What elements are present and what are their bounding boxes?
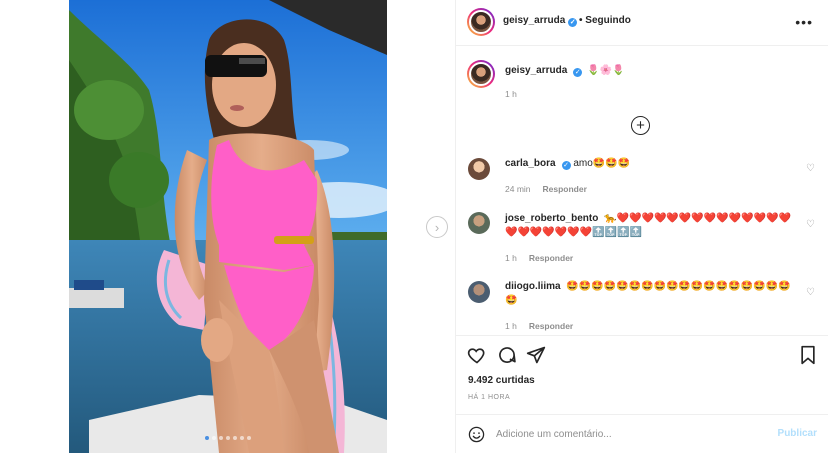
- caption-time: 1 h: [505, 89, 517, 99]
- like-comment-heart-icon[interactable]: ♡: [806, 287, 815, 298]
- caption-avatar[interactable]: [467, 60, 495, 88]
- emoji-icon[interactable]: [468, 426, 485, 443]
- post-photo[interactable]: [69, 0, 387, 453]
- commenter-avatar[interactable]: [468, 158, 490, 180]
- author-username[interactable]: geisy_arruda ✓: [503, 15, 578, 27]
- comment-item: diiogo.liima 🤩🤩🤩🤩🤩🤩🤩🤩🤩🤩🤩🤩🤩🤩🤩🤩🤩🤩🤩: [505, 280, 795, 308]
- comment-item: jose_roberto_bento 🐆❤️❤️❤️❤️❤️❤️❤️❤️❤️❤️…: [505, 212, 795, 240]
- chevron-right-icon: ›: [434, 219, 440, 235]
- post-timestamp[interactable]: HÁ 1 HORA: [468, 394, 510, 401]
- reply-button[interactable]: Responder: [529, 253, 573, 263]
- heart-icon[interactable]: [467, 345, 487, 365]
- reply-button[interactable]: Responder: [543, 184, 587, 194]
- comment-text: amo🤩🤩🤩: [573, 158, 631, 169]
- like-comment-heart-icon[interactable]: ♡: [806, 219, 815, 230]
- instagram-post-page: › geisy_arruda ✓ • Seguindo ••• geisy_arr…: [0, 0, 828, 453]
- reply-button[interactable]: Responder: [529, 321, 573, 331]
- comment-item: carla_bora ✓ amo🤩🤩🤩: [505, 157, 630, 171]
- commenter-avatar[interactable]: [468, 281, 490, 303]
- comment-input[interactable]: [496, 426, 756, 443]
- comment-time: 24 min: [505, 184, 531, 194]
- comment-icon[interactable]: [497, 345, 517, 365]
- verified-icon: ✓: [568, 18, 578, 27]
- post-sidebar: geisy_arruda ✓ • Seguindo ••• geisy_arrud…: [455, 0, 828, 453]
- post-header: geisy_arruda ✓ • Seguindo •••: [456, 0, 828, 46]
- comment-time: 1 h: [505, 253, 517, 263]
- comment-username[interactable]: jose_roberto_bento: [505, 213, 598, 224]
- follow-status-label[interactable]: Seguindo: [585, 15, 631, 26]
- share-icon[interactable]: [526, 345, 546, 365]
- carousel-dot: [212, 436, 216, 440]
- comment-meta: 1 h Responder: [505, 321, 573, 331]
- comment-meta: 1 h Responder: [505, 253, 573, 263]
- like-comment-heart-icon[interactable]: ♡: [806, 163, 815, 174]
- comment-composer: Publicar: [456, 414, 828, 453]
- verified-icon: ✓: [573, 68, 583, 77]
- verified-icon: ✓: [561, 161, 571, 170]
- post-photo-image: [69, 0, 387, 453]
- carousel-dot: [226, 436, 230, 440]
- caption-username[interactable]: geisy_arruda: [505, 65, 567, 76]
- follow-status[interactable]: • Seguindo: [579, 15, 631, 26]
- carousel-dot: [205, 436, 209, 440]
- comment-time: 1 h: [505, 321, 517, 331]
- media-panel: ›: [0, 0, 455, 453]
- likes-count[interactable]: 9.492 curtidas: [468, 375, 535, 386]
- comment-meta: 24 min Responder: [505, 184, 587, 194]
- carousel-dot: [219, 436, 223, 440]
- caption-text: 🌷🌸🌷: [587, 65, 625, 76]
- comment-username[interactable]: diiogo.liima: [505, 281, 561, 292]
- carousel-dot: [240, 436, 244, 440]
- author-avatar[interactable]: [467, 8, 495, 36]
- carousel-dot: [247, 436, 251, 440]
- next-photo-button[interactable]: ›: [426, 216, 448, 238]
- caption: geisy_arruda ✓ 🌷🌸🌷: [505, 64, 624, 78]
- carousel-indicator: [205, 436, 251, 440]
- plus-circle-icon[interactable]: +: [631, 116, 650, 135]
- publish-button[interactable]: Publicar: [778, 428, 817, 439]
- commenter-avatar[interactable]: [468, 212, 490, 234]
- more-horizontal-icon[interactable]: •••: [795, 14, 813, 30]
- post-actions: [456, 335, 828, 375]
- comment-username[interactable]: carla_bora: [505, 158, 556, 169]
- carousel-dot: [233, 436, 237, 440]
- author-username-text[interactable]: geisy_arruda: [503, 15, 565, 26]
- bookmark-icon[interactable]: [798, 345, 818, 365]
